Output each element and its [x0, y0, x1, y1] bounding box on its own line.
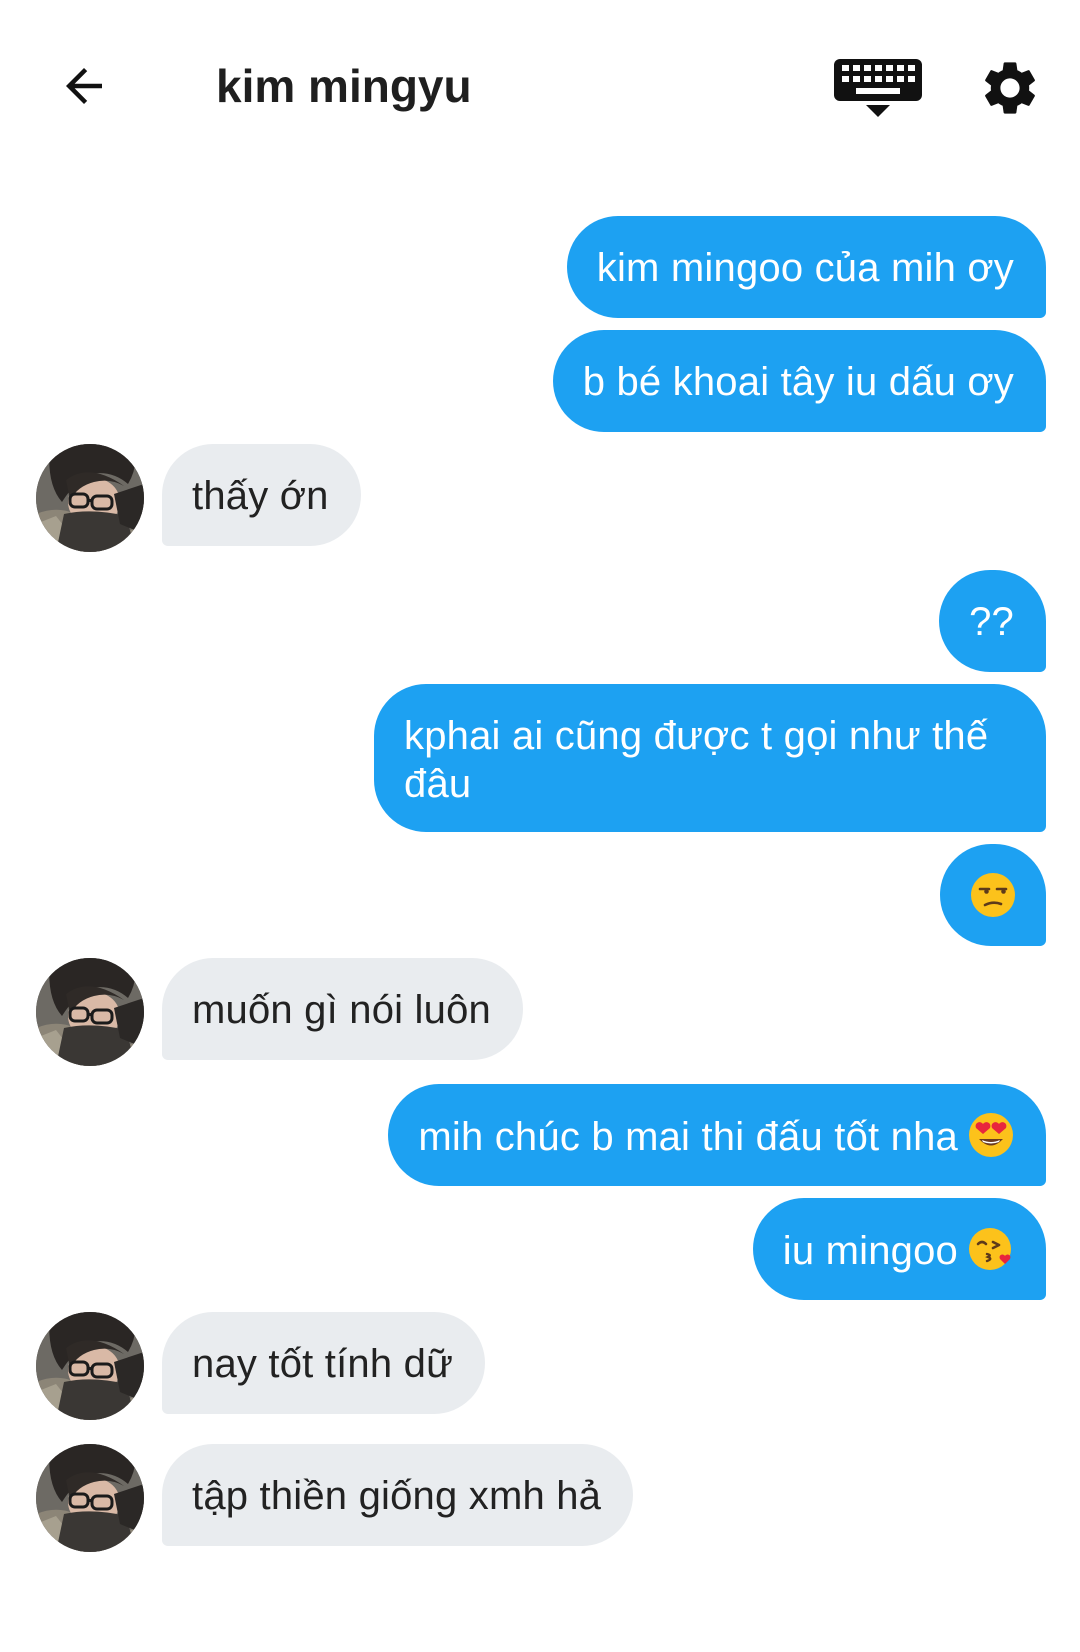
- unamused-face-icon: [970, 872, 1016, 918]
- avatar[interactable]: [36, 958, 144, 1066]
- back-button[interactable]: [48, 50, 120, 122]
- message-text: kphai ai cũng được t gọi như thế đâu: [404, 714, 989, 806]
- keyboard-button[interactable]: [830, 52, 926, 124]
- sent-message[interactable]: kim mingoo của mih ơy: [566, 216, 1046, 318]
- message-text: mih chúc b mai thi đấu tốt nha: [418, 1115, 958, 1159]
- keyboard-icon: [834, 59, 922, 117]
- received-message[interactable]: thấy ớn: [162, 444, 361, 546]
- sent-message[interactable]: ??: [939, 570, 1046, 672]
- chat-screen: kim mingyu kim mingoo của mih ơy b bé kh…: [0, 0, 1080, 1652]
- message-text: nay tốt tính dữ: [192, 1342, 454, 1386]
- sent-message[interactable]: iu mingoo: [752, 1198, 1046, 1300]
- chat-header: kim mingyu: [0, 0, 1080, 170]
- received-message[interactable]: muốn gì nói luôn: [162, 958, 523, 1060]
- message-text: thấy ớn: [192, 474, 329, 518]
- avatar[interactable]: [36, 444, 144, 552]
- avatar[interactable]: [36, 1312, 144, 1420]
- message-text: ??: [969, 600, 1014, 644]
- kissing-heart-face-icon: [968, 1226, 1014, 1272]
- conversation-title: kim mingyu: [216, 60, 472, 112]
- message-text: tập thiền giống xmh hả: [192, 1474, 602, 1518]
- settings-button[interactable]: [972, 50, 1048, 126]
- heart-eyes-face-icon: [968, 1112, 1014, 1158]
- sent-message[interactable]: b bé khoai tây iu dấu ơy: [552, 330, 1046, 432]
- message-text: muốn gì nói luôn: [192, 988, 491, 1032]
- received-message[interactable]: nay tốt tính dữ: [162, 1312, 486, 1414]
- sent-message[interactable]: [940, 844, 1046, 946]
- message-text: b bé khoai tây iu dấu ơy: [582, 360, 1014, 404]
- message-text: iu mingoo: [782, 1229, 958, 1273]
- message-text: kim mingoo của mih ơy: [596, 246, 1014, 290]
- arrow-left-icon: [66, 68, 102, 104]
- sent-message[interactable]: kphai ai cũng được t gọi như thế đâu: [374, 684, 1046, 832]
- received-message[interactable]: tập thiền giống xmh hả: [162, 1444, 634, 1546]
- sent-message[interactable]: mih chúc b mai thi đấu tốt nha: [388, 1084, 1046, 1186]
- gear-icon: [985, 62, 1035, 114]
- avatar[interactable]: [36, 1444, 144, 1552]
